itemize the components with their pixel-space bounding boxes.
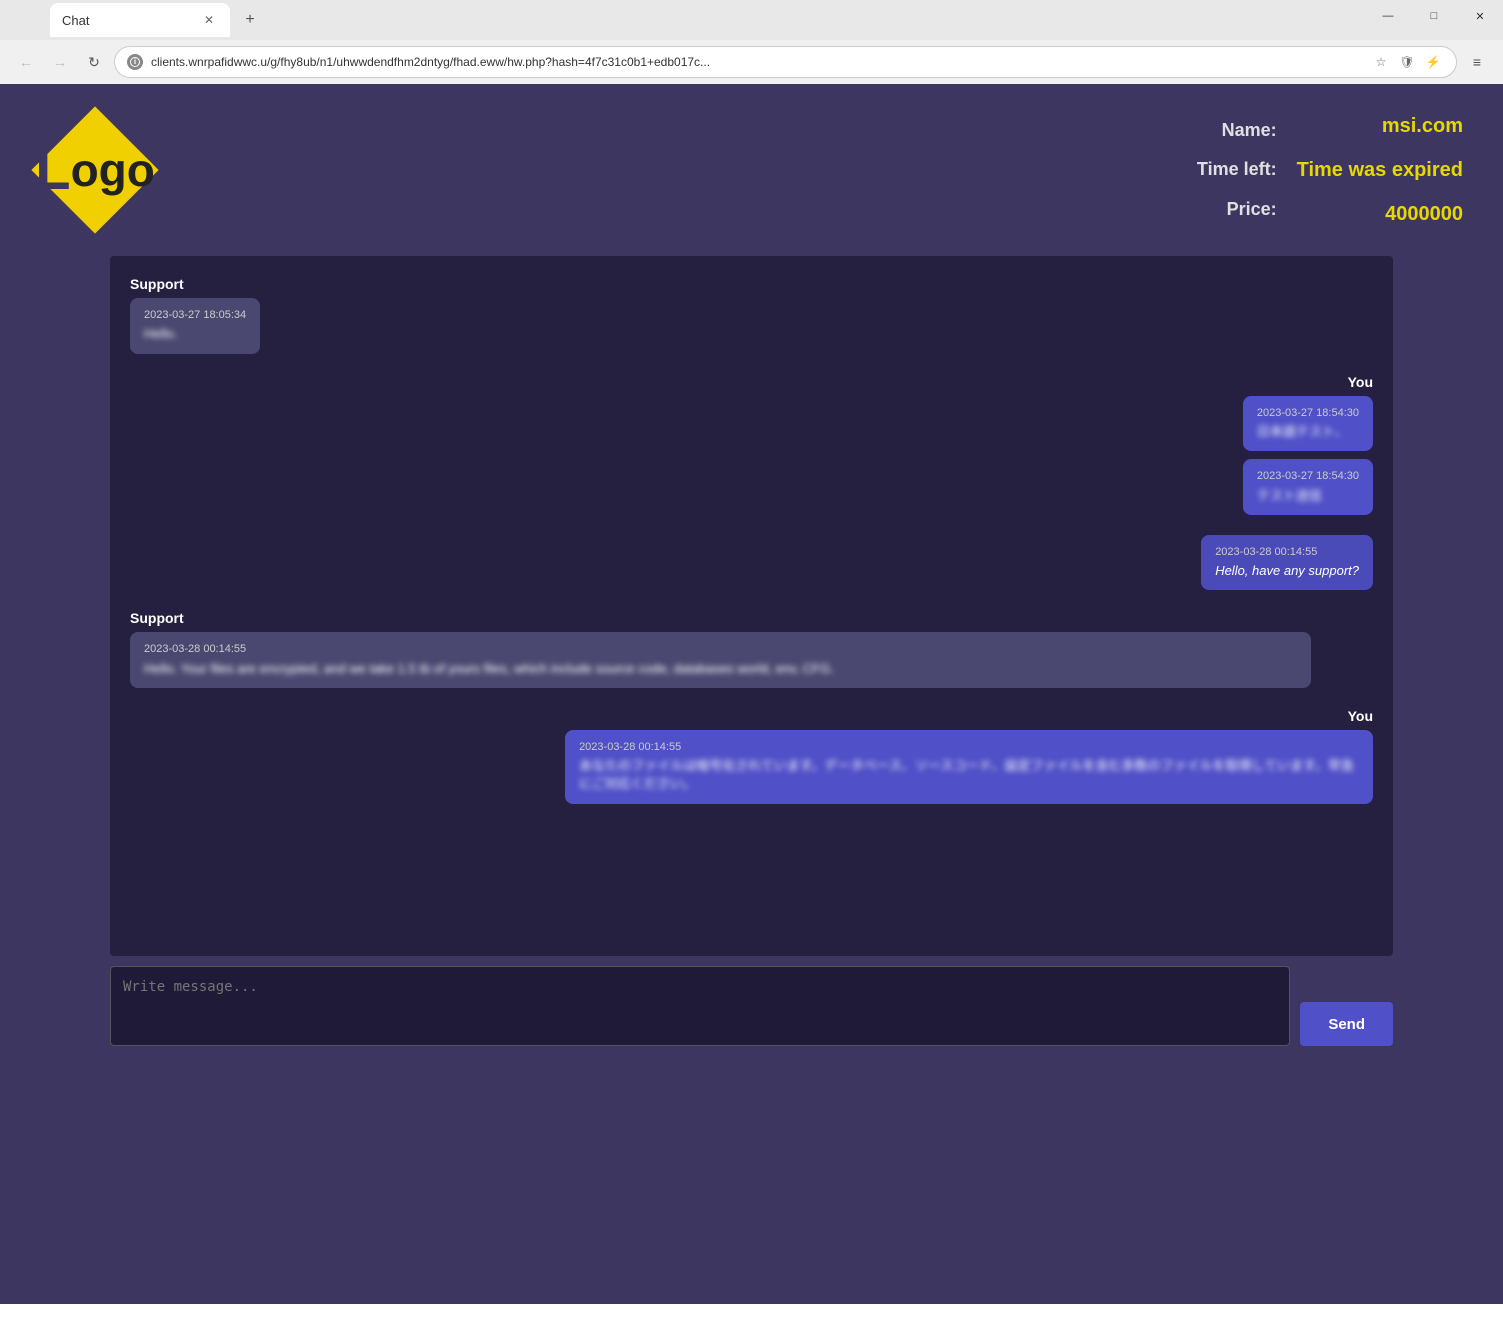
message-group: Support 2023-03-28 00:14:55 Hello. Your …: [130, 610, 1373, 688]
new-tab-button[interactable]: +: [236, 6, 264, 34]
price-value: 4000000: [1297, 192, 1463, 236]
minimize-button[interactable]: —: [1365, 0, 1411, 32]
tab-close-button[interactable]: ✕: [200, 11, 218, 29]
message-text: Hello.: [144, 325, 246, 343]
message-time: 2023-03-28 00:14:55: [1215, 545, 1359, 560]
message-text: あなたのファイルは暗号化されています。データベース、ソースコード、設定ファイルを…: [579, 757, 1359, 793]
message-text: Hello, have any support?: [1215, 562, 1359, 580]
maximize-button[interactable]: □: [1411, 0, 1457, 32]
time-value: Time was expired: [1297, 148, 1463, 192]
chat-input-area: Send: [0, 956, 1503, 1056]
send-button[interactable]: Send: [1300, 1002, 1393, 1046]
message-text: Hello. Your files are encrypted, and we …: [144, 660, 1297, 678]
extensions-icon[interactable]: ⚡: [1422, 51, 1444, 73]
browser-window: Chat ✕ + — □ ✕ ← → ↻ clients.wnrpafidwwc…: [0, 0, 1503, 1304]
message-time: 2023-03-27 18:54:30: [1257, 469, 1359, 484]
sender-label: Support: [130, 610, 1373, 626]
sender-label: You: [130, 374, 1373, 390]
logo-word: ogo: [71, 143, 155, 197]
header-info: Name: Time left: Price: msi.com Time was…: [1197, 104, 1463, 236]
name-label: Name:: [1197, 111, 1277, 151]
message-input[interactable]: [110, 966, 1290, 1046]
tab-bar: Chat ✕ + — □ ✕: [0, 0, 1503, 40]
page-content: Logo Name: Time left: Price: msi.com Tim…: [0, 84, 1503, 1304]
message-bubble: 2023-03-27 18:05:34 Hello.: [130, 298, 260, 354]
message-bubble: 2023-03-27 18:54:30 テスト送信: [1243, 459, 1373, 515]
tab-title: Chat: [62, 13, 192, 28]
shield-icon[interactable]: 🛡: [1396, 51, 1418, 73]
bookmark-icon[interactable]: ☆: [1370, 51, 1392, 73]
message-text: 日本語テスト、: [1257, 423, 1359, 441]
message-bubble: 2023-03-28 00:14:55 Hello, have any supp…: [1201, 535, 1373, 591]
forward-button[interactable]: →: [46, 48, 74, 76]
logo-letter: L: [35, 141, 70, 199]
browser-menu-button[interactable]: ≡: [1463, 48, 1491, 76]
page-header: Logo Name: Time left: Price: msi.com Tim…: [0, 84, 1503, 256]
message-bubble: 2023-03-28 00:14:55 あなたのファイルは暗号化されています。デ…: [565, 730, 1373, 804]
logo: Logo: [40, 115, 150, 225]
chat-container: Support 2023-03-27 18:05:34 Hello. You 2…: [110, 256, 1393, 956]
price-label: Price:: [1197, 190, 1277, 230]
message-time: 2023-03-28 00:14:55: [579, 740, 1359, 755]
message-group: 2023-03-28 00:14:55 Hello, have any supp…: [130, 535, 1373, 591]
sender-label: You: [130, 708, 1373, 724]
message-group: You 2023-03-27 18:54:30 日本語テスト、 2023-03-…: [130, 374, 1373, 515]
url-text: clients.wnrpafidwwc.u/g/fhy8ub/n1/uhwwde…: [151, 55, 1362, 69]
message-bubble: 2023-03-27 18:54:30 日本語テスト、: [1243, 396, 1373, 452]
nav-bar: ← → ↻ clients.wnrpafidwwc.u/g/fhy8ub/n1/…: [0, 40, 1503, 84]
close-button[interactable]: ✕: [1457, 0, 1503, 32]
address-bar[interactable]: clients.wnrpafidwwc.u/g/fhy8ub/n1/uhwwde…: [114, 46, 1457, 78]
sender-label: Support: [130, 276, 1373, 292]
message-group: You 2023-03-28 00:14:55 あなたのファイルは暗号化されてい…: [130, 708, 1373, 804]
refresh-button[interactable]: ↻: [80, 48, 108, 76]
message-time: 2023-03-27 18:54:30: [1257, 406, 1359, 421]
site-info-icon[interactable]: [127, 54, 143, 70]
back-button[interactable]: ←: [12, 48, 40, 76]
name-value: msi.com: [1297, 104, 1463, 148]
chat-messages[interactable]: Support 2023-03-27 18:05:34 Hello. You 2…: [110, 256, 1393, 956]
message-text: テスト送信: [1257, 487, 1359, 505]
message-group: Support 2023-03-27 18:05:34 Hello.: [130, 276, 1373, 354]
message-time: 2023-03-28 00:14:55: [144, 642, 1297, 657]
active-tab[interactable]: Chat ✕: [50, 3, 230, 37]
message-time: 2023-03-27 18:05:34: [144, 308, 246, 323]
time-label: Time left:: [1197, 150, 1277, 190]
message-bubble: 2023-03-28 00:14:55 Hello. Your files ar…: [130, 632, 1311, 688]
